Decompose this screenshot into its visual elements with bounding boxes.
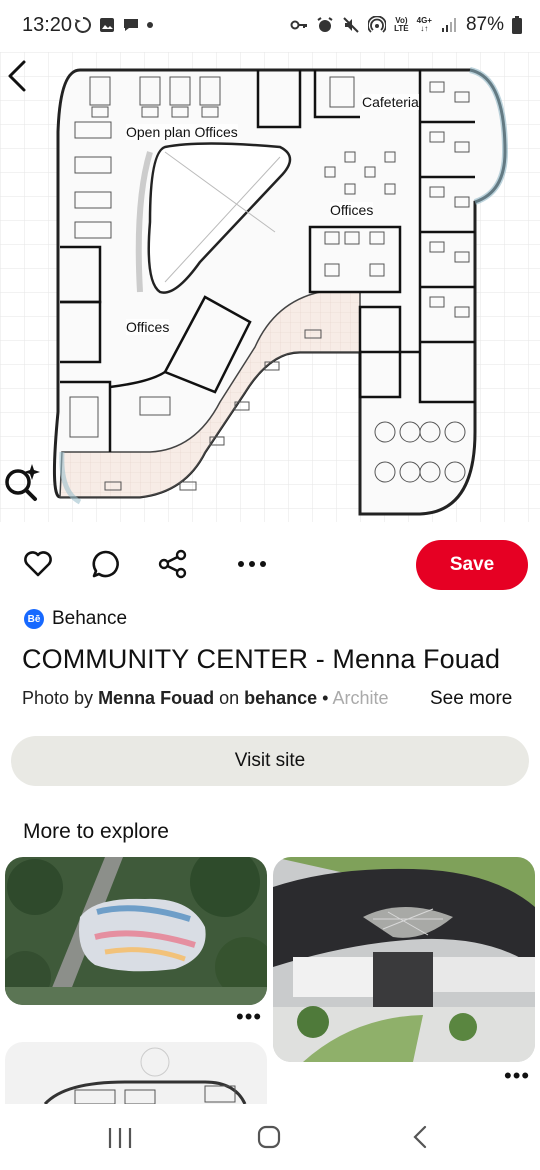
visit-site-button[interactable]: Visit site xyxy=(11,736,529,786)
android-nav-bar xyxy=(0,1104,540,1170)
volte-indicator: Vo) LTE xyxy=(394,16,409,33)
alarm-icon xyxy=(317,17,333,32)
save-button[interactable]: Save xyxy=(416,540,528,590)
chat-icon xyxy=(124,19,138,31)
key-icon xyxy=(290,20,308,30)
explore-pin-more-icon[interactable]: ••• xyxy=(236,1004,262,1030)
offices-label-left: Offices xyxy=(126,319,170,335)
explore-pin-building-render[interactable] xyxy=(273,857,535,1062)
source-name: Behance xyxy=(52,608,128,629)
pin-title: COMMUNITY CENTER - Menna Fouad xyxy=(22,644,501,674)
pin-description: Photo by Menna Fouad on behance • Archit… xyxy=(22,688,389,708)
cafeteria-label: Cafeteria xyxy=(362,94,419,110)
heart-icon[interactable] xyxy=(22,548,54,580)
platform-link[interactable]: behance xyxy=(244,688,317,708)
building-render-image xyxy=(273,857,535,1062)
nav-back-icon[interactable] xyxy=(405,1122,437,1152)
comment-icon[interactable] xyxy=(90,548,122,580)
more-options-icon[interactable] xyxy=(236,548,268,580)
aerial-render-image xyxy=(5,857,267,1005)
visual-search-icon[interactable] xyxy=(0,460,42,502)
dot-icon xyxy=(147,22,153,28)
clock: 13:20 xyxy=(22,14,73,36)
open-plan-offices-label: Open plan Offices xyxy=(126,124,238,140)
gallery-icon xyxy=(100,18,114,32)
behance-logo-icon: Bē xyxy=(24,609,44,629)
pin-actions: Save xyxy=(0,538,540,590)
author-link[interactable]: Menna Fouad xyxy=(98,688,214,708)
sync-icon xyxy=(75,17,91,33)
mute-icon xyxy=(343,17,359,33)
status-bar: 13:20 Vo) LTE 4G+ ↓↑ 87% xyxy=(0,0,540,52)
signal-icon xyxy=(441,18,456,32)
pin-image-floor-plan[interactable]: Cafeteria Open plan Offices Offices Offi… xyxy=(0,52,540,522)
battery-percent: 87% xyxy=(465,14,504,35)
floor-plan-drawing xyxy=(0,52,540,522)
share-icon[interactable] xyxy=(157,548,189,580)
notification-icons xyxy=(74,16,154,34)
system-icons: Vo) LTE 4G+ ↓↑ 87% xyxy=(290,14,522,36)
recent-apps-icon[interactable] xyxy=(104,1122,136,1152)
pin-source[interactable]: Bē Behance xyxy=(24,608,127,630)
offices-label-right: Offices xyxy=(330,202,374,218)
see-more-link[interactable]: See more xyxy=(430,688,512,710)
data-indicator: 4G+ ↓↑ xyxy=(416,16,432,33)
hotspot-icon xyxy=(368,16,387,33)
explore-pin-aerial-render[interactable] xyxy=(5,857,267,1005)
more-to-explore-heading: More to explore xyxy=(23,820,169,843)
back-arrow-icon[interactable] xyxy=(0,58,36,94)
battery-icon xyxy=(512,16,522,34)
home-icon[interactable] xyxy=(253,1122,285,1152)
explore-pin-more-icon[interactable]: ••• xyxy=(504,1063,530,1089)
